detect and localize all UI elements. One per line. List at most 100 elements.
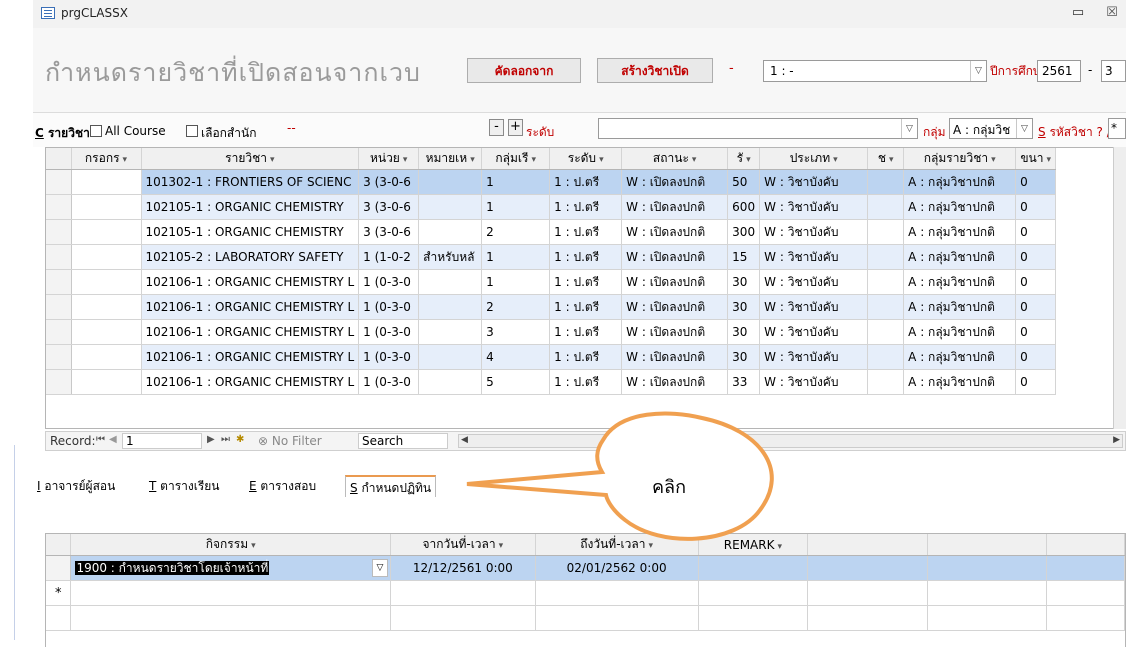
tab-calendar[interactable]: S กำหนดปฏิทิน — [345, 475, 437, 497]
table-cell[interactable]: A : กลุ่มวิชาปกติ — [903, 244, 1017, 270]
table-cell[interactable] — [418, 219, 483, 245]
table-cell[interactable]: 0 — [1015, 294, 1057, 320]
table-cell[interactable]: 50 — [727, 169, 761, 195]
table-cell[interactable]: 33 — [727, 369, 761, 395]
table-cell[interactable]: W : วิชาบังคับ — [759, 319, 869, 345]
table-cell[interactable]: W : เปิดลงปกติ — [621, 294, 729, 320]
new-record-icon[interactable]: ✱ — [236, 434, 244, 445]
table-cell[interactable]: 0 — [1015, 269, 1057, 295]
table-cell[interactable]: A : กลุ่มวิชาปกติ — [903, 269, 1017, 295]
group-combo[interactable]: A : กลุ่มวิช ▽ — [949, 118, 1033, 139]
table-cell[interactable]: 30 — [727, 319, 761, 345]
table-cell[interactable]: 1 : ป.ตรี — [549, 244, 623, 270]
row-selector[interactable] — [46, 219, 72, 245]
table-cell[interactable]: 1 : ป.ตรี — [549, 294, 623, 320]
table-cell[interactable]: 1 — [481, 194, 551, 220]
table-cell[interactable]: A : กลุ่มวิชาปกติ — [903, 344, 1017, 370]
table-cell[interactable] — [418, 169, 483, 195]
table-cell[interactable]: 102105-1 : ORGANIC CHEMISTRY — [141, 194, 360, 220]
table-cell[interactable]: 102106-1 : ORGANIC CHEMISTRY L — [141, 294, 360, 320]
table-cell[interactable]: W : เปิดลงปกติ — [621, 269, 729, 295]
table-cell[interactable] — [867, 169, 905, 195]
empty-cell[interactable] — [535, 580, 699, 606]
table-cell[interactable]: 1 : ป.ตรี — [549, 269, 623, 295]
table-cell[interactable]: 1 : ป.ตรี — [549, 194, 623, 220]
select-all-corner[interactable] — [46, 148, 72, 170]
table-cell[interactable]: 2 — [481, 294, 551, 320]
sort-arrow-icon[interactable]: ▾ — [692, 155, 697, 165]
table-cell[interactable]: 101302-1 : FRONTIERS OF SCIENC — [141, 169, 360, 195]
table-cell[interactable]: 30 — [727, 269, 761, 295]
table-cell[interactable] — [71, 169, 142, 195]
table-cell[interactable]: 102106-1 : ORGANIC CHEMISTRY L — [141, 344, 360, 370]
table-cell[interactable]: 1 (0-3-0 — [358, 319, 420, 345]
table-cell[interactable]: 1 — [481, 269, 551, 295]
column-header[interactable]: หน่วย ▾ — [358, 148, 420, 170]
table-cell[interactable] — [71, 369, 142, 395]
column-header[interactable]: รั ▾ — [727, 148, 761, 170]
empty-cell[interactable] — [807, 580, 928, 606]
table-cell[interactable] — [71, 294, 142, 320]
table-cell[interactable]: 1 : ป.ตรี — [549, 344, 623, 370]
table-cell[interactable] — [71, 219, 142, 245]
table-cell[interactable]: 300 — [727, 219, 761, 245]
table-cell[interactable] — [867, 344, 905, 370]
sort-arrow-icon[interactable]: ▾ — [648, 541, 653, 551]
table-cell[interactable] — [867, 369, 905, 395]
sort-arrow-icon[interactable]: ▾ — [270, 155, 275, 165]
sort-arrow-icon[interactable]: ▾ — [531, 155, 536, 165]
table-cell[interactable]: 1 (0-3-0 — [358, 269, 420, 295]
semester-combo[interactable]: 1 : - ▽ — [763, 60, 987, 82]
tab-exam-schedule[interactable]: E ตารางสอบ — [245, 475, 320, 497]
column-header[interactable]: ช ▾ — [867, 148, 905, 170]
table-cell[interactable]: W : วิชาบังคับ — [759, 194, 869, 220]
table-cell[interactable]: 102105-2 : LABORATORY SAFETY — [141, 244, 360, 270]
column-header[interactable]: จากวันที่-เวลา ▾ — [390, 534, 536, 556]
table-cell[interactable] — [418, 369, 483, 395]
table-cell[interactable]: 1 — [481, 244, 551, 270]
table-cell[interactable] — [71, 194, 142, 220]
table-cell[interactable]: 102105-1 : ORGANIC CHEMISTRY — [141, 219, 360, 245]
table-cell[interactable]: W : วิชาบังคับ — [759, 369, 869, 395]
vertical-scrollbar[interactable] — [1113, 147, 1126, 429]
chevron-down-icon[interactable]: ▽ — [901, 119, 917, 138]
create-course-button[interactable]: สร้างวิชาเปิด — [597, 58, 713, 83]
table-cell[interactable]: 1 : ป.ตรี — [549, 169, 623, 195]
current-record-input[interactable]: 1 — [122, 433, 202, 449]
minimize-button[interactable]: ▭ — [1068, 2, 1088, 24]
table-cell[interactable]: 0 — [1015, 344, 1057, 370]
row-selector[interactable] — [46, 269, 72, 295]
table-row[interactable]: 102106-1 : ORGANIC CHEMISTRY L1 (0-3-0 1 1… — [46, 269, 1057, 295]
close-button[interactable]: ☒ — [1101, 2, 1123, 24]
table-cell[interactable] — [867, 269, 905, 295]
table-cell[interactable] — [418, 344, 483, 370]
collapse-button[interactable]: - — [489, 119, 504, 136]
column-header[interactable]: REMARK ▾ — [698, 534, 809, 556]
scroll-left-icon[interactable]: ◀ — [461, 435, 468, 445]
table-cell[interactable]: 102106-1 : ORGANIC CHEMISTRY L — [141, 369, 360, 395]
empty-cell[interactable] — [698, 580, 809, 606]
next-record-icon[interactable]: ▶ — [207, 434, 215, 445]
table-cell[interactable]: 1 : ป.ตรี — [549, 369, 623, 395]
column-header[interactable]: ระดับ ▾ — [549, 148, 623, 170]
table-cell[interactable]: A : กลุ่มวิชาปกติ — [903, 294, 1017, 320]
calendar-cell[interactable] — [698, 555, 809, 581]
row-selector[interactable] — [46, 294, 72, 320]
sort-arrow-icon[interactable]: ▾ — [403, 155, 408, 165]
sort-arrow-icon[interactable]: ▾ — [991, 155, 996, 165]
table-cell[interactable] — [71, 319, 142, 345]
table-cell[interactable] — [418, 319, 483, 345]
no-filter-button[interactable]: ⊗ No Filter — [258, 434, 322, 448]
table-cell[interactable]: W : วิชาบังคับ — [759, 219, 869, 245]
table-cell[interactable]: 15 — [727, 244, 761, 270]
table-cell[interactable]: A : กลุ่มวิชาปกติ — [903, 219, 1017, 245]
table-cell[interactable] — [418, 294, 483, 320]
table-cell[interactable]: สำหรับหลั — [418, 244, 483, 270]
sort-arrow-icon[interactable]: ▾ — [123, 155, 128, 165]
table-row[interactable]: 102105-1 : ORGANIC CHEMISTRY 3 (3-0-6 2 1 :… — [46, 219, 1057, 245]
select-office-checkbox[interactable] — [186, 125, 198, 137]
sort-arrow-icon[interactable]: ▾ — [599, 155, 604, 165]
column-header[interactable]: กิจกรรม ▾ — [70, 534, 391, 556]
table-cell[interactable]: 1 (0-3-0 — [358, 294, 420, 320]
table-cell[interactable]: 600 — [727, 194, 761, 220]
